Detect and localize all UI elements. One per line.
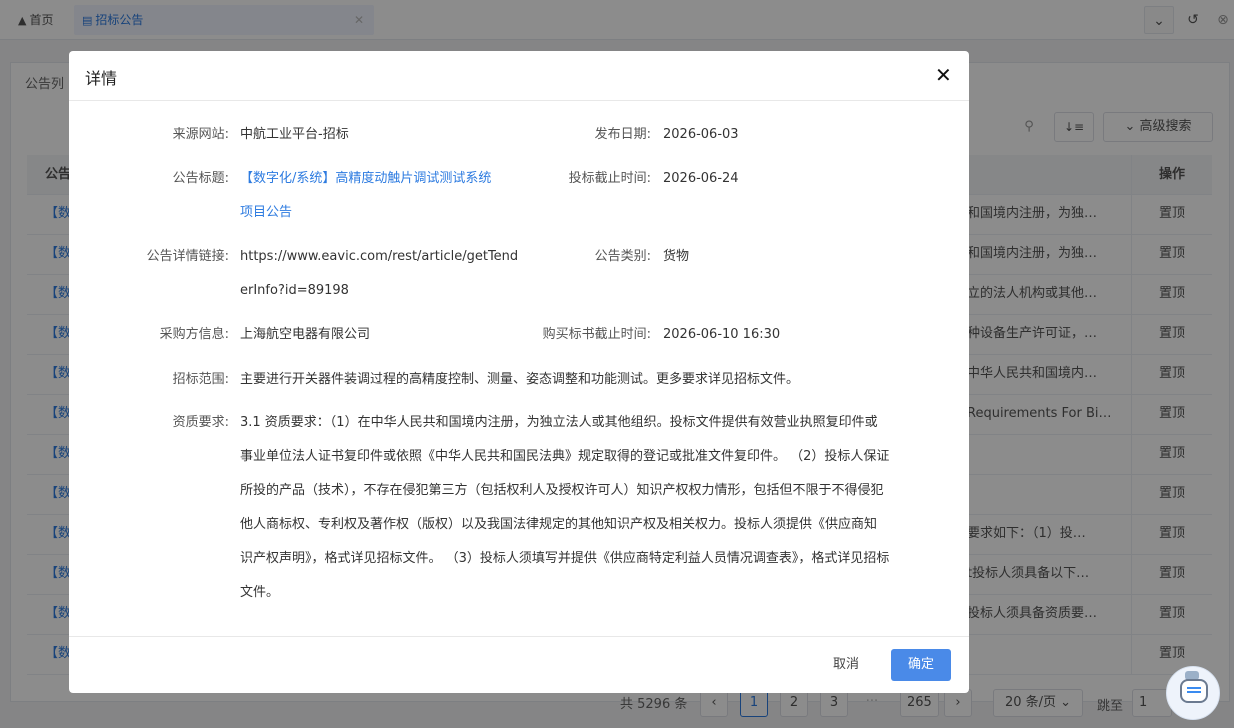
buyer-label: 采购方信息: [159, 327, 229, 342]
source-label: 来源网站: [172, 127, 229, 142]
bid-deadline-label: 投标截止时间: [568, 171, 651, 186]
detail-link-line1: https://www.eavic.com/rest/article/getTe… [240, 249, 519, 264]
notice-title-link-line1[interactable]: 【数字化/系统】高精度动触片调试测试系统 [240, 162, 491, 196]
category-label: 公告类别: [594, 249, 651, 264]
qualification-line: 他人商标权、专利权及著作权（版权）以及我国法律规定的其他知识产权及相关权力。投标… [240, 517, 878, 532]
doc-deadline-value: 2026-06-10 16:30 [663, 327, 781, 342]
qualification-line: 识产权声明》，格式详见招标文件。 （3）投标人须填写并提供《供应商特定利益人员情… [240, 551, 890, 566]
detail-link-label: 公告详情链接: [146, 249, 229, 264]
bid-deadline-value: 2026-06-24 [663, 171, 739, 186]
notice-title-label: 公告标题: [172, 171, 229, 186]
publish-date-label: 发布日期: [594, 127, 651, 142]
robot-eyes [1187, 687, 1201, 693]
doc-deadline-label: 购买标书截止时间: [542, 327, 651, 342]
scope-value: 主要进行开关器件装调过程的高精度控制、测量、姿态调整和功能测试。更多要求详见招标… [240, 372, 800, 387]
close-icon[interactable]: ✕ [935, 63, 952, 87]
source-value: 中航工业平台-招标 [240, 127, 349, 142]
buyer-value: 上海航空电器有限公司 [240, 327, 371, 342]
modal-footer: 取消 确定 [69, 636, 969, 693]
assistant-robot-button[interactable] [1166, 666, 1220, 720]
confirm-button[interactable]: 确定 [891, 649, 951, 681]
scope-label: 招标范围: [172, 372, 229, 387]
qualification-line: 文件。 [240, 585, 280, 600]
modal-title: 详情 [85, 69, 118, 88]
detail-modal: 详情 ✕ 来源网站: 中航工业平台-招标 发布日期: 2026-06-03 公告… [69, 51, 969, 693]
modal-header: 详情 ✕ [69, 51, 969, 101]
qualification-line: 3.1 资质要求：（1）在中华人民共和国境内注册，为独立法人或其他组织。投标文件… [240, 415, 878, 430]
qualification-label: 资质要求: [172, 415, 229, 430]
publish-date-value: 2026-06-03 [663, 127, 739, 142]
qualification-line: 事业单位法人证书复印件或依照《中华人民共和国民法典》规定取得的登记或批准文件复印… [240, 449, 890, 464]
category-value: 货物 [663, 249, 690, 264]
cancel-button[interactable]: 取消 [825, 649, 867, 681]
qualification-line: 所投的产品（技术），不存在侵犯第三方（包括权利人及授权许可人）知识产权权力情形，… [240, 483, 884, 498]
detail-link-line2: erInfo?id=89198 [240, 283, 349, 298]
notice-title-link-line2[interactable]: 项目公告 [240, 196, 292, 230]
